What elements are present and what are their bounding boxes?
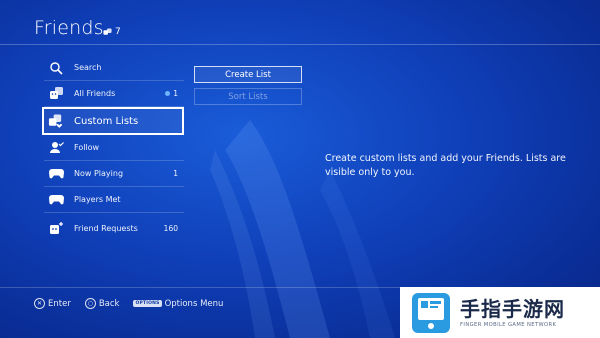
friends-icon (103, 27, 112, 35)
custom-lists-description: Create custom lists and add your Friends… (325, 153, 566, 178)
friend-count: 7 (103, 27, 121, 37)
options-button-icon: OPTIONS (133, 300, 162, 307)
watermark-text: 手指手游网 FINGER MOBILE GAME NETWORK (460, 298, 565, 328)
watermark-brand-en: FINGER MOBILE GAME NETWORK (460, 321, 557, 328)
header-bar: Friends 7 (0, 0, 600, 45)
sidebar-item-search[interactable]: Search (44, 55, 184, 81)
button-guide: ✕ Enter ○ Back OPTIONS Options Menu (34, 298, 237, 309)
sidebar-item-label: Custom Lists (74, 115, 139, 127)
sidebar-item-follow[interactable]: Follow (44, 135, 184, 161)
sidebar-item-friend-requests[interactable]: Friend Requests 160 (44, 213, 184, 243)
sidebar: Search All Friends 1 Custom Lists Follow… (42, 55, 184, 243)
online-dot-icon (165, 91, 171, 96)
watermark-brand-cn: 手指手游网 (460, 296, 565, 321)
controller-icon (48, 192, 64, 208)
friend-count-value: 7 (115, 27, 121, 37)
follow-icon (48, 140, 64, 156)
friends-icon (48, 86, 64, 102)
circle-button-icon: ○ (84, 298, 96, 309)
options-hint: OPTIONS Options Menu (133, 298, 224, 309)
sidebar-item-label: Friend Requests (74, 223, 138, 233)
sidebar-item-label: Search (74, 63, 102, 72)
sidebar-item-all-friends[interactable]: All Friends 1 (44, 81, 184, 107)
sidebar-item-label: Players Met (74, 195, 121, 204)
sidebar-item-now-playing[interactable]: Now Playing 1 (44, 161, 184, 187)
watermark-logo-icon (412, 292, 450, 333)
controller-icon (48, 166, 64, 182)
friend-requests-badge: 160 (163, 223, 178, 233)
sidebar-item-custom-lists[interactable]: Custom Lists (42, 107, 184, 135)
sidebar-item-label: Follow (74, 143, 100, 152)
custom-lists-icon (48, 113, 64, 129)
enter-hint: ✕ Enter (34, 298, 71, 309)
now-playing-badge: 1 (173, 169, 178, 178)
online-badge: 1 (165, 89, 178, 98)
create-list-button[interactable]: Create List (194, 66, 302, 83)
cross-button-icon: ✕ (34, 298, 45, 309)
sidebar-item-players-met[interactable]: Players Met (44, 187, 184, 213)
watermark: 手指手游网 FINGER MOBILE GAME NETWORK (400, 287, 600, 338)
page-title: Friends (34, 17, 104, 39)
back-hint: ○ Back (84, 298, 119, 309)
sidebar-item-label: Now Playing (74, 169, 124, 178)
friend-request-icon (48, 220, 64, 236)
sort-lists-button: Sort Lists (194, 88, 302, 105)
list-actions: Create List Sort Lists (194, 66, 302, 110)
search-icon (48, 60, 64, 76)
sidebar-item-label: All Friends (74, 89, 116, 98)
